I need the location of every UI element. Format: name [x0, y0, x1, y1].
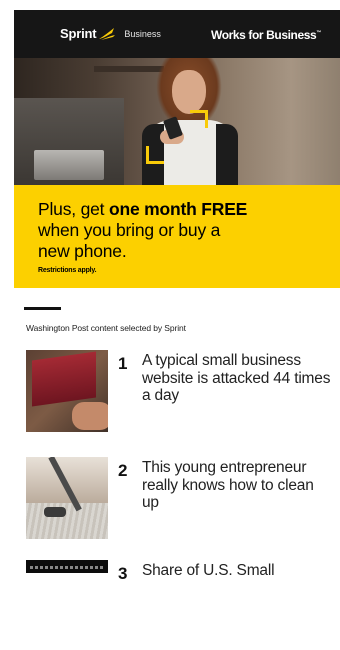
promo-panel: Plus, get one month FREE when you bring … [14, 185, 340, 288]
promo-line-2: when you bring or buy a [38, 220, 221, 240]
article-thumbnail[interactable] [26, 457, 108, 539]
cafe-shelf [94, 66, 164, 72]
promo-line-1: Plus, get one month FREE [38, 199, 340, 220]
article-thumbnail[interactable] [26, 560, 108, 573]
sprint-ad[interactable]: Sprint Business Works for Business™ Plus… [14, 10, 340, 288]
frame-corner-top-icon [190, 110, 208, 128]
frame-corner-bottom-icon [146, 146, 164, 164]
article-headline[interactable]: This young entrepreneur really knows how… [142, 459, 332, 512]
trademark-mark: ™ [316, 30, 321, 36]
article-number: 1 [118, 354, 128, 373]
ad-photo [14, 58, 340, 185]
laptop-screen [32, 351, 96, 407]
thumb-text-strip [30, 566, 104, 569]
typing-hands [72, 402, 108, 430]
article-headline[interactable]: A typical small business website is atta… [142, 352, 332, 405]
ad-tagline: Works for Business™ [211, 28, 321, 42]
machine-steel [34, 150, 104, 180]
article-number: 2 [118, 461, 128, 480]
source-label: Washington Post content selected by Spri… [26, 323, 186, 333]
espresso-machine [14, 98, 124, 185]
vacuum-head [44, 507, 66, 517]
list-item[interactable]: 1 A typical small business website is at… [0, 350, 340, 440]
person-vest-right [216, 124, 238, 185]
ad-header: Sprint Business Works for Business™ [14, 10, 340, 58]
article-number: 3 [118, 564, 128, 583]
list-item[interactable]: 2 This young entrepreneur really knows h… [0, 457, 340, 547]
article-thumbnail[interactable] [26, 350, 108, 432]
carpet-floor [26, 503, 108, 539]
brand-name: Sprint [60, 26, 97, 41]
restrictions-note: Restrictions apply. [38, 267, 97, 274]
article-headline[interactable]: Share of U.S. Small [142, 562, 332, 580]
list-item[interactable]: 3 Share of U.S. Small [0, 560, 340, 650]
promo-line-1-bold: one month FREE [108, 199, 248, 219]
person-face [172, 70, 206, 114]
promo-line-1-pre: Plus, get [38, 199, 109, 219]
brand-sub: Business [124, 28, 161, 39]
promo-line-3: new phone. [38, 241, 127, 261]
tagline-text: Works for Business [211, 28, 317, 42]
section-divider [24, 307, 61, 310]
sprint-logo: Sprint Business [60, 26, 161, 41]
sprint-wing-icon [99, 27, 116, 40]
